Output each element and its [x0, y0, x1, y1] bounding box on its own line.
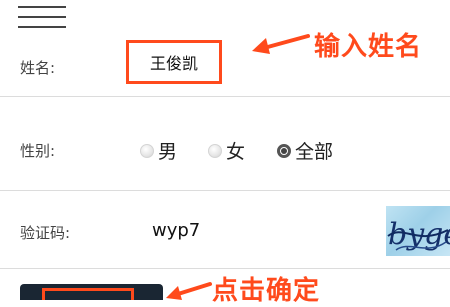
captcha-text: byge [388, 217, 450, 252]
radio-button[interactable] [140, 143, 154, 158]
name-input[interactable]: 王俊凯 [126, 40, 222, 84]
confirm-highlight [42, 288, 134, 300]
radio-female[interactable]: 女 [208, 137, 245, 164]
divider [0, 190, 450, 191]
radio-male[interactable]: 男 [140, 137, 177, 164]
radio-button-checked[interactable] [277, 143, 291, 158]
arrow-left-icon [252, 34, 310, 54]
radio-button[interactable] [208, 143, 222, 158]
radio-label: 全部 [295, 141, 334, 163]
captcha-input[interactable]: wyp7 [152, 220, 200, 241]
arrow-left-icon [166, 282, 212, 300]
confirm-annotation: 点击确定 [212, 276, 321, 306]
name-label: 姓名: [20, 59, 56, 77]
divider [0, 96, 450, 97]
captcha-label: 验证码: [20, 224, 71, 242]
radio-label: 男 [158, 141, 178, 163]
captcha-image[interactable]: byge [386, 206, 450, 256]
divider [0, 268, 450, 269]
radio-all[interactable]: 全部 [277, 137, 333, 164]
menu-icon[interactable] [18, 6, 66, 30]
radio-label: 女 [226, 141, 246, 163]
name-annotation: 输入姓名 [314, 32, 423, 62]
gender-label: 性别: [20, 142, 56, 160]
